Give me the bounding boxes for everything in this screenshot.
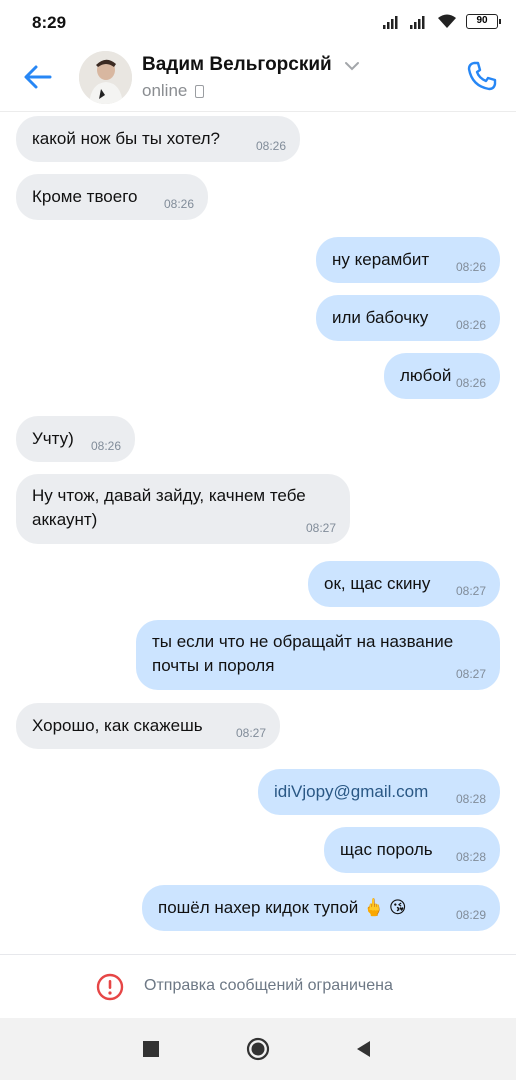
message-time: 08:26 xyxy=(255,139,286,153)
message-text: пошёл нахер кидок тупой 🖕 😘 xyxy=(158,898,407,917)
message-time: 08:26 xyxy=(455,376,486,390)
online-status: online xyxy=(142,81,188,100)
message-time: 08:28 xyxy=(455,850,486,864)
message-link[interactable]: idiVjopy@gmail.com xyxy=(274,780,484,804)
message-time: 08:26 xyxy=(163,197,194,211)
message-text: какой нож бы ты хотел? xyxy=(32,129,220,148)
message-text: почты и пороля xyxy=(152,656,275,675)
incoming-message[interactable]: Хорошо, как скажешь 08:27 xyxy=(16,703,280,749)
back-triangle-icon[interactable] xyxy=(355,1040,371,1058)
message-time: 08:28 xyxy=(455,792,486,806)
status-time: 8:29 xyxy=(32,13,67,32)
restriction-text: Отправка сообщений ограничена xyxy=(144,977,393,994)
message-time: 08:26 xyxy=(90,439,121,453)
chat-header: Вадим Вельгорский online xyxy=(0,44,516,112)
message-list[interactable]: какой нож бы ты хотел? 08:26 Кроме твоего 0… xyxy=(0,113,516,953)
back-arrow-icon[interactable] xyxy=(22,62,54,92)
signal-icon-2 xyxy=(410,15,425,29)
message-time: 08:26 xyxy=(455,318,486,332)
warning-circle-icon xyxy=(96,973,124,1001)
avatar-image xyxy=(79,51,132,104)
outgoing-message[interactable]: ты если что не обращайт на название почты… xyxy=(136,620,500,690)
battery-icon: 90 xyxy=(466,14,501,29)
home-icon[interactable] xyxy=(246,1037,270,1061)
message-time: 08:27 xyxy=(455,667,486,681)
incoming-message[interactable]: какой нож бы ты хотел? 08:26 xyxy=(16,116,300,162)
outgoing-message[interactable]: любой 08:26 xyxy=(384,353,500,399)
system-nav-bar xyxy=(0,1018,516,1080)
wifi-icon xyxy=(438,14,456,28)
phone-call-icon[interactable] xyxy=(466,60,498,92)
outgoing-message[interactable]: или бабочку 08:26 xyxy=(316,295,500,341)
incoming-message[interactable]: Кроме твоего 08:26 xyxy=(16,174,208,220)
message-time: 08:29 xyxy=(455,908,486,922)
message-text: Хорошо, как скажешь xyxy=(32,716,203,735)
outgoing-message[interactable]: щас пороль 08:28 xyxy=(324,827,500,873)
outgoing-message[interactable]: пошёл нахер кидок тупой 🖕 😘 08:29 xyxy=(142,885,500,931)
outgoing-message[interactable]: idiVjopy@gmail.com 08:28 xyxy=(258,769,500,815)
incoming-message[interactable]: Ну чтож, давай зайду, качнем тебе аккаунт… xyxy=(16,474,350,544)
chevron-down-icon[interactable] xyxy=(344,60,360,72)
mobile-device-icon xyxy=(195,84,205,98)
status-icons: 90 xyxy=(383,14,501,29)
message-time: 08:26 xyxy=(455,260,486,274)
message-time: 08:27 xyxy=(305,521,336,535)
contact-name[interactable]: Вадим Вельгорский xyxy=(142,54,332,76)
message-text: ты если что не обращайт на название xyxy=(152,632,454,651)
outgoing-message[interactable]: ну керамбит 08:26 xyxy=(316,237,500,283)
status-bar: 8:29 90 xyxy=(0,0,516,44)
message-time: 08:27 xyxy=(455,584,486,598)
outgoing-message[interactable]: ок, щас скину 08:27 xyxy=(308,561,500,607)
avatar[interactable] xyxy=(79,51,132,104)
contact-status: online xyxy=(142,81,205,101)
message-text: Ну чтож, давай зайду, качнем тебе xyxy=(32,486,306,505)
recent-apps-icon[interactable] xyxy=(143,1041,159,1057)
message-restriction-bar: Отправка сообщений ограничена xyxy=(0,954,516,1018)
incoming-message[interactable]: Учту) 08:26 xyxy=(16,416,135,462)
message-time: 08:27 xyxy=(235,726,266,740)
signal-icon xyxy=(383,15,398,29)
message-text: аккаунт) xyxy=(32,510,98,529)
